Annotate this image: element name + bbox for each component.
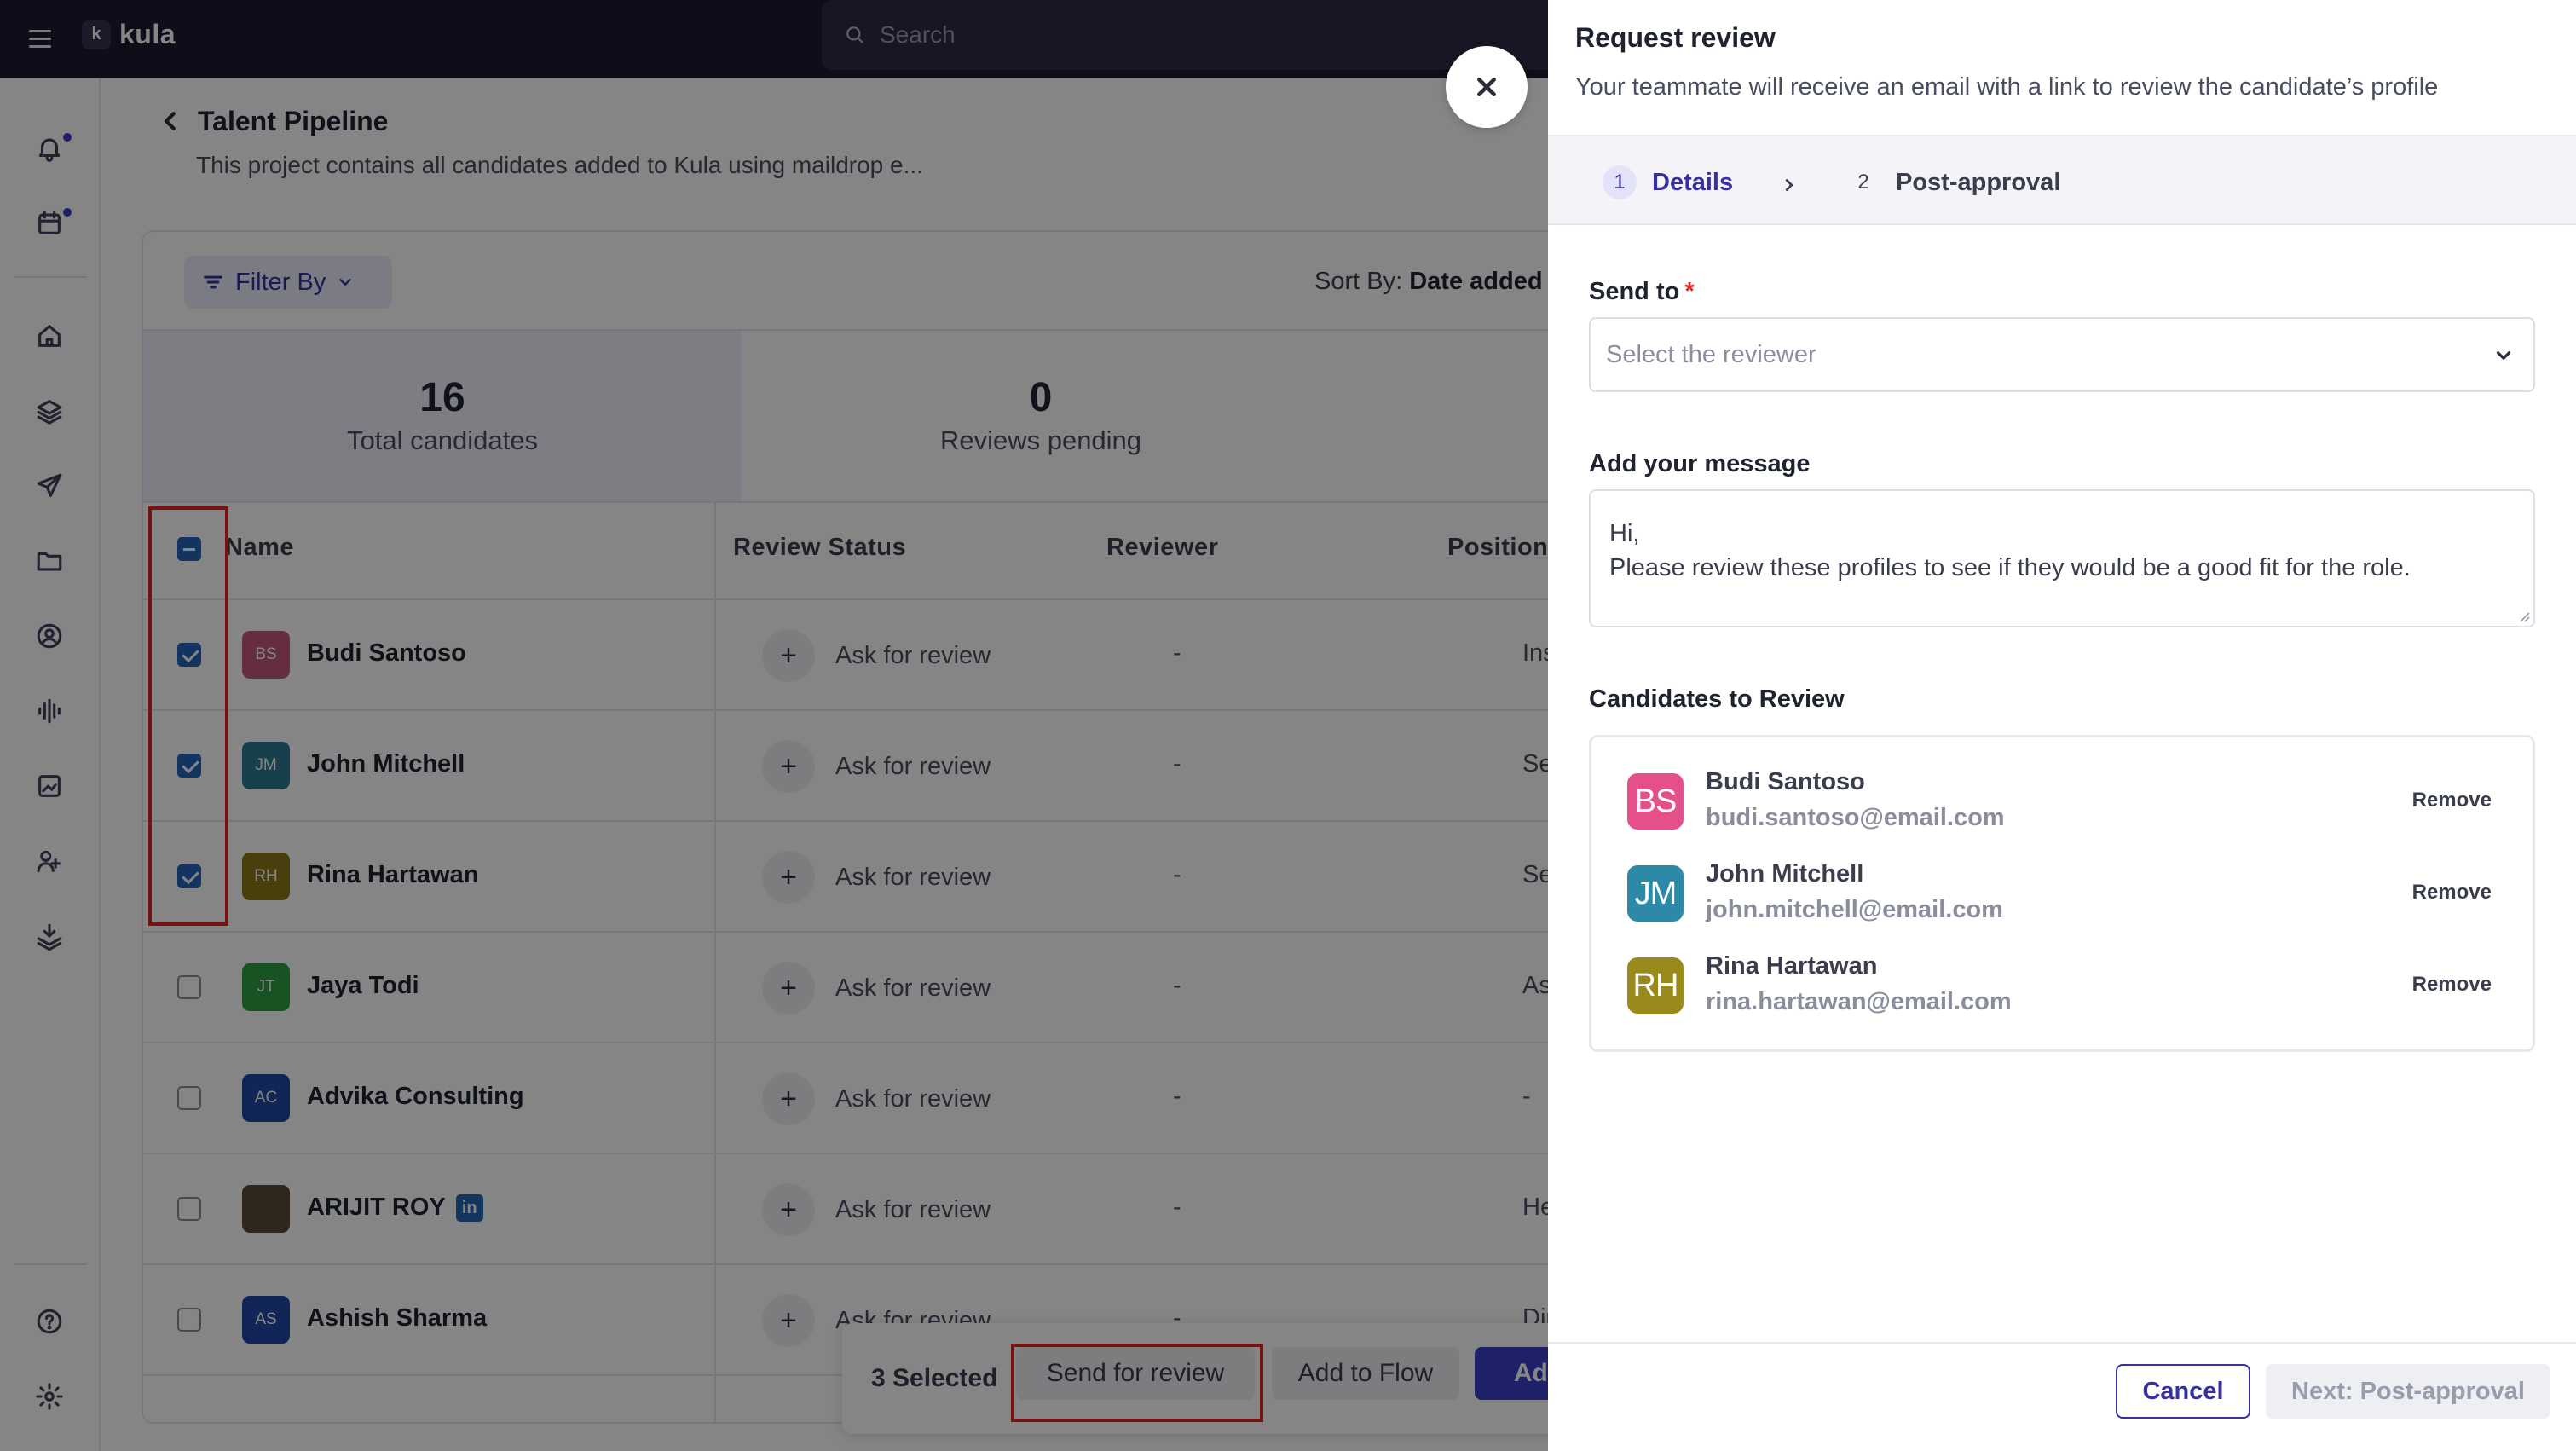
send-to-text: Send to — [1589, 278, 1680, 305]
reviewer-select[interactable]: Select the reviewer — [1589, 317, 2535, 392]
avatar: BS — [1627, 773, 1684, 830]
candidates-to-review-list: BS Budi Santoso budi.santoso@email.com R… — [1589, 735, 2535, 1052]
drawer-footer: Cancel Next: Post-approval — [1548, 1342, 2576, 1451]
step-number: 2 — [1857, 171, 1869, 194]
chevron-down-icon — [2492, 344, 2515, 371]
message-textarea[interactable]: Hi, Please review these profiles to see … — [1589, 489, 2535, 627]
resize-grip-icon[interactable] — [2516, 609, 2530, 622]
close-drawer-button[interactable] — [1446, 46, 1528, 128]
step-number: 1 — [1603, 165, 1637, 199]
cancel-button[interactable]: Cancel — [2116, 1364, 2250, 1419]
candidate-name: Rina Hartawan — [1706, 952, 1878, 980]
message-label: Add your message — [1589, 450, 1811, 477]
candidate-email: john.mitchell@email.com — [1706, 896, 2003, 923]
step-details[interactable]: 1 Details — [1603, 165, 1733, 199]
candidate-name: Budi Santoso — [1706, 768, 1865, 795]
remove-button[interactable]: Remove — [2412, 789, 2492, 812]
list-item: BS Budi Santoso budi.santoso@email.com R… — [1591, 756, 2533, 848]
required-marker: * — [1684, 278, 1695, 305]
drawer-subtitle: Your teammate will receive an email with… — [1575, 73, 2439, 101]
step-label: Details — [1652, 168, 1734, 196]
message-line: Please review these profiles to see if t… — [1609, 554, 2411, 581]
list-item: RH Rina Hartawan rina.hartawan@email.com… — [1591, 940, 2533, 1032]
list-item: JM John Mitchell john.mitchell@email.com… — [1591, 848, 2533, 940]
remove-button[interactable]: Remove — [2412, 973, 2492, 997]
step-post-approval[interactable]: 2 Post-approval — [1846, 165, 2060, 199]
send-to-label: Send to * — [1589, 278, 1695, 306]
avatar: RH — [1627, 957, 1684, 1014]
candidate-email: rina.hartawan@email.com — [1706, 988, 2012, 1015]
next-post-approval-button[interactable]: Next: Post-approval — [2266, 1364, 2550, 1419]
candidate-name: John Mitchell — [1706, 860, 1864, 887]
reviewer-placeholder: Select the reviewer — [1606, 340, 1816, 368]
chevron-right-icon — [1780, 176, 1799, 199]
avatar: JM — [1627, 865, 1684, 922]
close-icon — [1477, 78, 1496, 96]
drawer-title: Request review — [1575, 22, 1776, 53]
stepper: 1 Details 2 Post-approval — [1548, 135, 2576, 225]
remove-button[interactable]: Remove — [2412, 881, 2492, 905]
step-label: Post-approval — [1896, 168, 2061, 196]
candidate-email: budi.santoso@email.com — [1706, 804, 2005, 831]
modal-backdrop[interactable] — [0, 0, 1548, 1451]
request-review-drawer: Request review Your teammate will receiv… — [1548, 0, 2576, 1451]
candidates-to-review-label: Candidates to Review — [1589, 685, 1845, 713]
message-line: Hi, — [1609, 520, 1640, 547]
